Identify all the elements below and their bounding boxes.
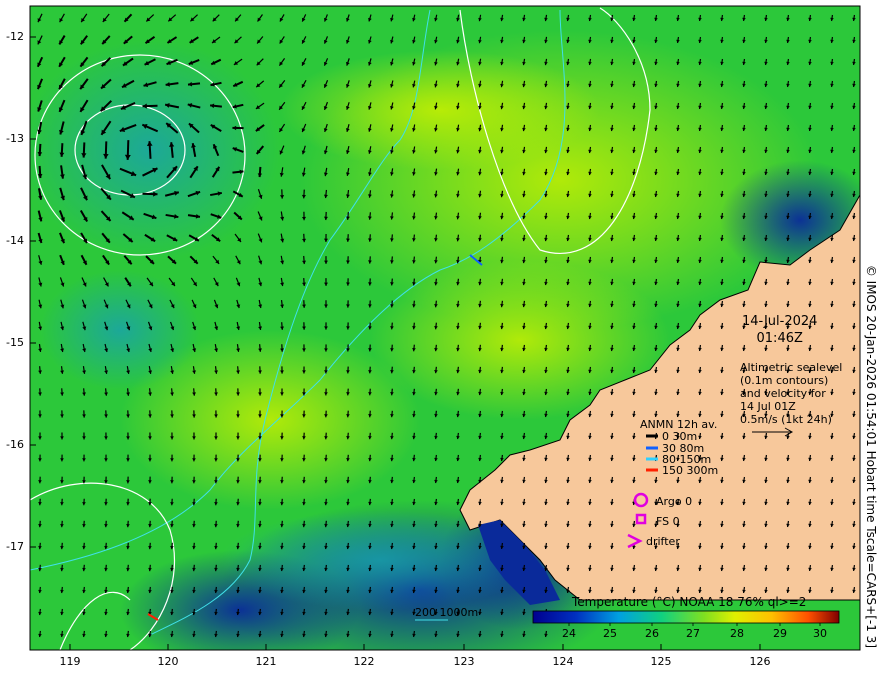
argo-label: Argo 0: [656, 495, 693, 508]
lon-tick-label: 123: [453, 655, 475, 668]
timestamp-time: 01:46Z: [756, 331, 803, 346]
colorbar-tick-label: 27: [686, 627, 700, 640]
altimetry-line: (0.1m contours): [740, 374, 829, 387]
altimetry-note: Altimetric sealevel (0.1m contours) and …: [740, 361, 842, 426]
lat-tick-label: -16: [6, 438, 24, 451]
lon-tick-label: 120: [157, 655, 179, 668]
credit-text: © IMOS 20-Jan-2026 01:54:01 Hobart time …: [864, 264, 878, 648]
lat-tick-label: -15: [6, 336, 24, 349]
colorbar-tick-label: 29: [773, 627, 787, 640]
fs-label: FS 0: [656, 515, 680, 528]
altimetry-line: 14 Jul 01Z: [740, 400, 796, 413]
lat-tick-label: -17: [6, 540, 24, 553]
colorbar-tick-label: 25: [603, 627, 617, 640]
temperature-colorbar: [532, 610, 840, 624]
timestamp-date: 14-Jul-2024: [742, 314, 818, 329]
lon-tick-label: 125: [650, 655, 672, 668]
colorbar-tick-label: 24: [562, 627, 576, 640]
altimetry-line: Altimetric sealevel: [740, 361, 843, 374]
lon-tick-label: 122: [353, 655, 375, 668]
map-timestamp: 14-Jul-2024 01:46Z: [742, 313, 817, 347]
lon-tick-label: 121: [255, 655, 277, 668]
colorbar-tick-label: 26: [645, 627, 659, 640]
lon-tick-label: 126: [749, 655, 771, 668]
drifter-label: drifter: [646, 535, 680, 548]
lat-tick-label: -14: [6, 234, 24, 247]
credit-line: © IMOS 20-Jan-2026 01:54:01 Hobart time …: [862, 8, 878, 648]
lon-tick-label: 119: [59, 655, 81, 668]
altimetry-line: and velocity for: [740, 387, 826, 400]
colorbar-title: Temperature (°C) NOAA 18 76% ql>=2: [572, 595, 807, 609]
lon-tick-label: 124: [552, 655, 574, 668]
lat-tick-label: -12: [6, 30, 24, 43]
colorbar-tick-label: 28: [730, 627, 744, 640]
colorbar-tick-label: 30: [813, 627, 827, 640]
anmn-legend-row: 150 300m: [662, 464, 719, 477]
lat-tick-label: -13: [6, 132, 24, 145]
altimetry-line: 0.5m/s (1kt 24h): [740, 413, 832, 426]
bathymetry-label: 200 1000m: [415, 606, 479, 619]
